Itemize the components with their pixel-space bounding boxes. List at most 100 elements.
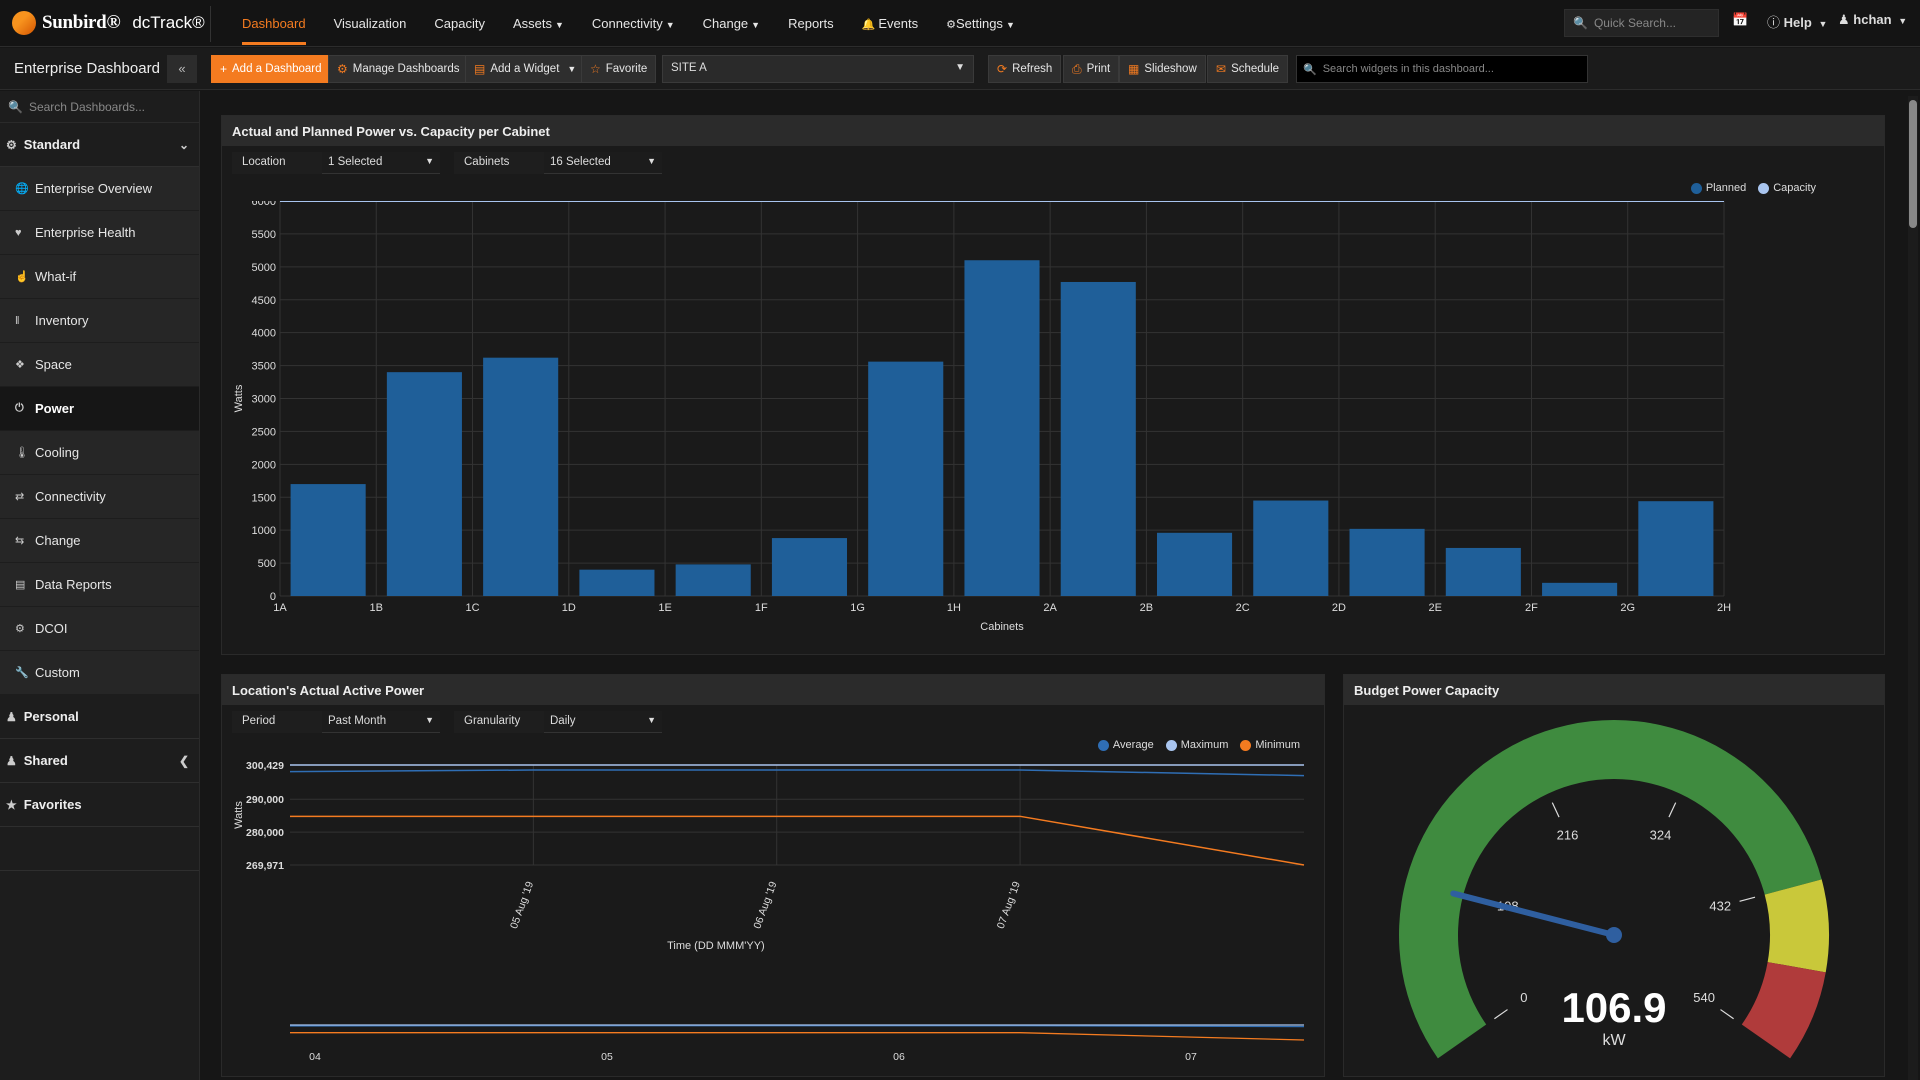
sidebar-item-inventory[interactable]: ‖Inventory [0,299,199,343]
location-filter[interactable]: Location 1 Selected▼ [232,152,440,174]
nav-connectivity[interactable]: Connectivity▼ [578,0,689,47]
cabinets-select[interactable]: 16 Selected▼ [544,152,662,174]
nav-settings[interactable]: ⚙Settings▼ [932,0,1029,47]
sidebar-item-custom[interactable]: 🔧Custom [0,651,199,695]
y-tick-label: 4500 [252,295,276,307]
bar-planned-1D[interactable] [579,570,654,596]
sidebar-item-power[interactable]: ⏻Power [0,387,199,431]
bar-planned-1E[interactable] [676,564,751,596]
bar-planned-2C[interactable] [1253,501,1328,596]
bar-planned-1C[interactable] [483,358,558,596]
bar-planned-2G[interactable] [1638,501,1713,596]
dashboard-search-input[interactable]: 🔍Search Dashboards... [0,91,199,123]
wrench-icon: 🔧 [15,666,31,679]
legend-swatch [1166,740,1177,751]
x-axis-label: Time (DD MMM'YY) [667,940,765,952]
bar-planned-2D[interactable] [1350,529,1425,596]
sidebar-item-dcoi[interactable]: ⚙DCOI [0,607,199,651]
bar-planned-1G[interactable] [868,362,943,596]
sidebar-item-change[interactable]: ⇆Change [0,519,199,563]
sidebar-item-space[interactable]: ❖Space [0,343,199,387]
budget-power-widget: Budget Power Capacity 010821632443254010… [1343,674,1885,1077]
sidebar-section-favorites[interactable]: ★Favorites [0,783,199,827]
cabinets-filter[interactable]: Cabinets 16 Selected▼ [454,152,662,174]
widget-title[interactable]: Budget Power Capacity [1344,675,1884,705]
legend-swatch [1691,183,1702,194]
gauge-tick-label: 432 [1709,899,1731,914]
schedule-button[interactable]: ✉Schedule [1207,55,1288,83]
nav-reports[interactable]: Reports [774,0,848,47]
scrollbar-thumb[interactable] [1909,100,1917,228]
nav-change[interactable]: Change▼ [689,0,774,47]
collapse-sidebar-button[interactable]: « [167,55,197,83]
granularity-select[interactable]: Daily▼ [544,711,662,733]
chevron-down-icon: ▼ [666,20,675,30]
legend-item-planned[interactable]: Planned [1691,182,1746,194]
top-navbar: Sunbird® dcTrack® DashboardVisualization… [0,0,1920,47]
calendar-icon[interactable]: 📅 [1732,12,1748,28]
bar-planned-2E[interactable] [1446,548,1521,596]
sidebar-item-label: Data Reports [35,577,112,592]
legend-item-capacity[interactable]: Capacity [1758,182,1816,194]
print-button[interactable]: ⎙Print [1063,55,1119,83]
series-line-average[interactable] [290,770,1304,776]
nav-visualization[interactable]: Visualization [320,0,421,47]
add-widget-button[interactable]: ▤Add a Widget▼ [465,55,585,83]
bar-planned-2A[interactable] [1061,282,1136,596]
slideshow-button[interactable]: ▦Slideshow [1119,55,1206,83]
refresh-button[interactable]: ⟳Refresh [988,55,1061,83]
favorite-button[interactable]: ☆Favorite [581,55,656,83]
page-scrollbar[interactable] [1908,96,1918,1080]
bar-planned-1B[interactable] [387,372,462,596]
quick-search-input[interactable]: 🔍 Quick Search... [1564,9,1719,37]
nav-capacity[interactable]: Capacity [420,0,499,47]
bar-planned-1F[interactable] [772,538,847,596]
gauge-tick-label: 540 [1693,990,1715,1005]
sidebar: 🔍Search Dashboards... ⚙Standard⌄ 🌐Enterp… [0,91,200,1080]
sidebar-item-label: Power [35,401,74,416]
bar-planned-2F[interactable] [1542,583,1617,596]
sidebar-section-personal[interactable]: ♟Personal [0,695,199,739]
widget-search-input[interactable]: 🔍Search widgets in this dashboard... [1296,55,1588,83]
period-filter[interactable]: Period Past Month▼ [232,711,440,733]
sidebar-item-label: Cooling [35,445,79,460]
exchange-icon: ⇆ [15,534,31,547]
user-icon: ♟ [6,710,17,724]
manage-dashboards-button[interactable]: ⚙Manage Dashboards [328,55,469,83]
sidebar-section-standard[interactable]: ⚙Standard⌄ [0,123,199,167]
add-dashboard-button[interactable]: +Add a Dashboard [211,55,331,83]
nav-events[interactable]: 🔔Events [848,0,932,47]
sidebar-item-data-reports[interactable]: ▤Data Reports [0,563,199,607]
location-select[interactable]: 1 Selected▼ [322,152,440,174]
nav-assets[interactable]: Assets▼ [499,0,578,47]
period-select[interactable]: Past Month▼ [322,711,440,733]
legend-item-maximum[interactable]: Maximum [1166,739,1229,751]
nav-label: Reports [788,16,834,31]
sidebar-item-what-if[interactable]: ☝What-if [0,255,199,299]
bar-planned-1H[interactable] [964,260,1039,596]
sunbird-logo[interactable]: Sunbird® dcTrack® [12,11,205,35]
legend-item-minimum[interactable]: Minimum [1240,739,1300,751]
widget-title[interactable]: Location's Actual Active Power [222,675,1324,705]
nav-dashboard[interactable]: Dashboard [228,0,320,47]
user-menu[interactable]: ♟ hchan ▼ [1838,12,1907,28]
star-icon: ★ [6,798,17,812]
widget-title[interactable]: Actual and Planned Power vs. Capacity pe… [222,116,1884,146]
bar-planned-2B[interactable] [1157,533,1232,596]
sidebar-item-cooling[interactable]: 🌡Cooling [0,431,199,475]
granularity-filter[interactable]: Granularity Daily▼ [454,711,662,733]
site-select[interactable]: SITE A▼ [662,55,974,83]
series-line-minimum[interactable] [290,816,1304,865]
sidebar-item-connectivity[interactable]: ⇄Connectivity [0,475,199,519]
y-tick-label: 1500 [252,492,276,504]
help-menu[interactable]: ⓘ Help ▼ [1767,12,1827,31]
nav-label: Connectivity [592,16,663,31]
bar-planned-1A[interactable] [291,484,366,596]
legend-item-average[interactable]: Average [1098,739,1154,751]
cogs-icon: ⚙ [6,138,17,152]
sidebar-section-shared[interactable]: ♟Shared❮ [0,739,199,783]
chevron-down-icon: ▼ [567,64,576,74]
x-tick-label: 1E [658,602,671,614]
sidebar-item-enterprise-health[interactable]: ♥Enterprise Health [0,211,199,255]
sidebar-item-enterprise-overview[interactable]: 🌐Enterprise Overview [0,167,199,211]
